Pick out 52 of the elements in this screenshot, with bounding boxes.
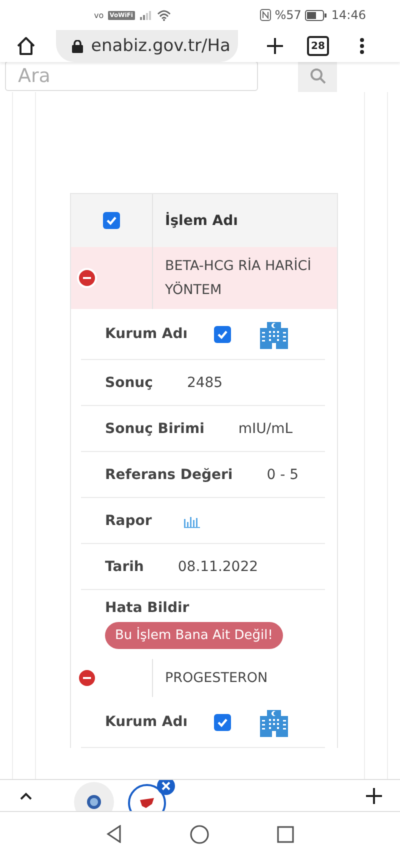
field-value: 0 - 5 <box>266 466 299 482</box>
home-icon[interactable] <box>16 36 36 56</box>
test-name: BETA-HCG RİA HARİCİ YÖNTEM <box>164 256 312 300</box>
checkbox[interactable] <box>103 212 120 229</box>
address-bar[interactable]: enabiz.gov.tr/Ha <box>56 30 238 62</box>
new-tab-icon[interactable] <box>266 37 284 55</box>
menu-icon[interactable] <box>359 37 365 55</box>
field-label: Referans Değeri <box>105 466 233 482</box>
field-value: mIU/mL <box>238 420 293 436</box>
carrier-label: vo <box>94 10 104 20</box>
battery-percent: %57 <box>274 8 302 22</box>
home-circle-icon[interactable] <box>190 824 209 844</box>
field-label: Sonuç <box>105 374 153 390</box>
wifi-icon <box>156 9 171 21</box>
nfc-icon <box>260 9 271 21</box>
battery-icon <box>305 10 328 20</box>
emblem-icon <box>87 794 101 808</box>
field-label: Kurum Adı <box>105 714 188 730</box>
caret-up-icon[interactable] <box>20 792 32 800</box>
search-field[interactable]: Ara <box>5 62 258 91</box>
field-label: Kurum Adı <box>105 326 188 342</box>
back-icon[interactable] <box>106 825 122 843</box>
close-icon[interactable] <box>157 780 175 794</box>
field-label: Tarih <box>105 558 144 574</box>
field-label: Rapor <box>105 512 152 528</box>
checkmark-icon <box>106 215 117 226</box>
collapse-icon[interactable] <box>77 268 97 288</box>
checkbox[interactable] <box>214 714 231 730</box>
checkbox[interactable] <box>214 326 231 342</box>
hospital-icon <box>258 319 289 349</box>
url-text: enabiz.gov.tr/Ha <box>91 36 230 56</box>
hospital-icon <box>258 707 289 737</box>
tab-thumbnail[interactable] <box>74 782 114 811</box>
field-label: Hata Bildir <box>105 600 190 616</box>
checkmark-icon <box>216 328 228 340</box>
tab-count-button[interactable]: 28 <box>307 36 329 56</box>
add-tab-icon[interactable] <box>366 788 382 804</box>
test-name: PROGESTERON <box>164 669 269 688</box>
field-value: 08.11.2022 <box>178 558 258 574</box>
search-icon <box>310 68 326 84</box>
field-value: 2485 <box>186 374 223 390</box>
report-error-button[interactable]: Bu İşlem Bana Ait Değil! <box>105 622 283 649</box>
lock-icon <box>72 40 83 52</box>
record-row[interactable]: BETA-HCG RİA HARİCİ YÖNTEM <box>70 247 338 309</box>
column-header: İşlem Adı <box>164 212 238 228</box>
record-row[interactable]: PROGESTERON <box>70 659 338 697</box>
clock: 14:46 <box>331 8 366 22</box>
recents-icon[interactable] <box>277 826 294 842</box>
checkmark-icon <box>216 716 228 728</box>
field-label: Sonuç Birimi <box>105 420 204 436</box>
signal-icon <box>138 10 153 20</box>
shield-icon <box>140 798 154 808</box>
